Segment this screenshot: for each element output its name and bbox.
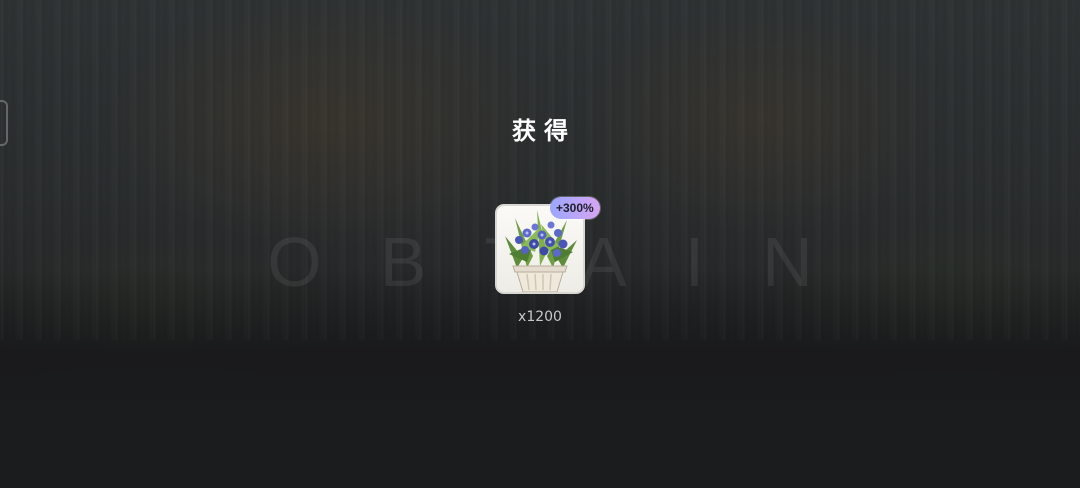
page-title: 获得 bbox=[512, 117, 576, 145]
reward-quantity: x1200 bbox=[518, 309, 562, 325]
reward-screen[interactable]: OBTAIN 获得 bbox=[0, 0, 1080, 488]
bonus-badge: +300% bbox=[550, 197, 600, 219]
reward-item[interactable]: +300% bbox=[495, 197, 600, 294]
